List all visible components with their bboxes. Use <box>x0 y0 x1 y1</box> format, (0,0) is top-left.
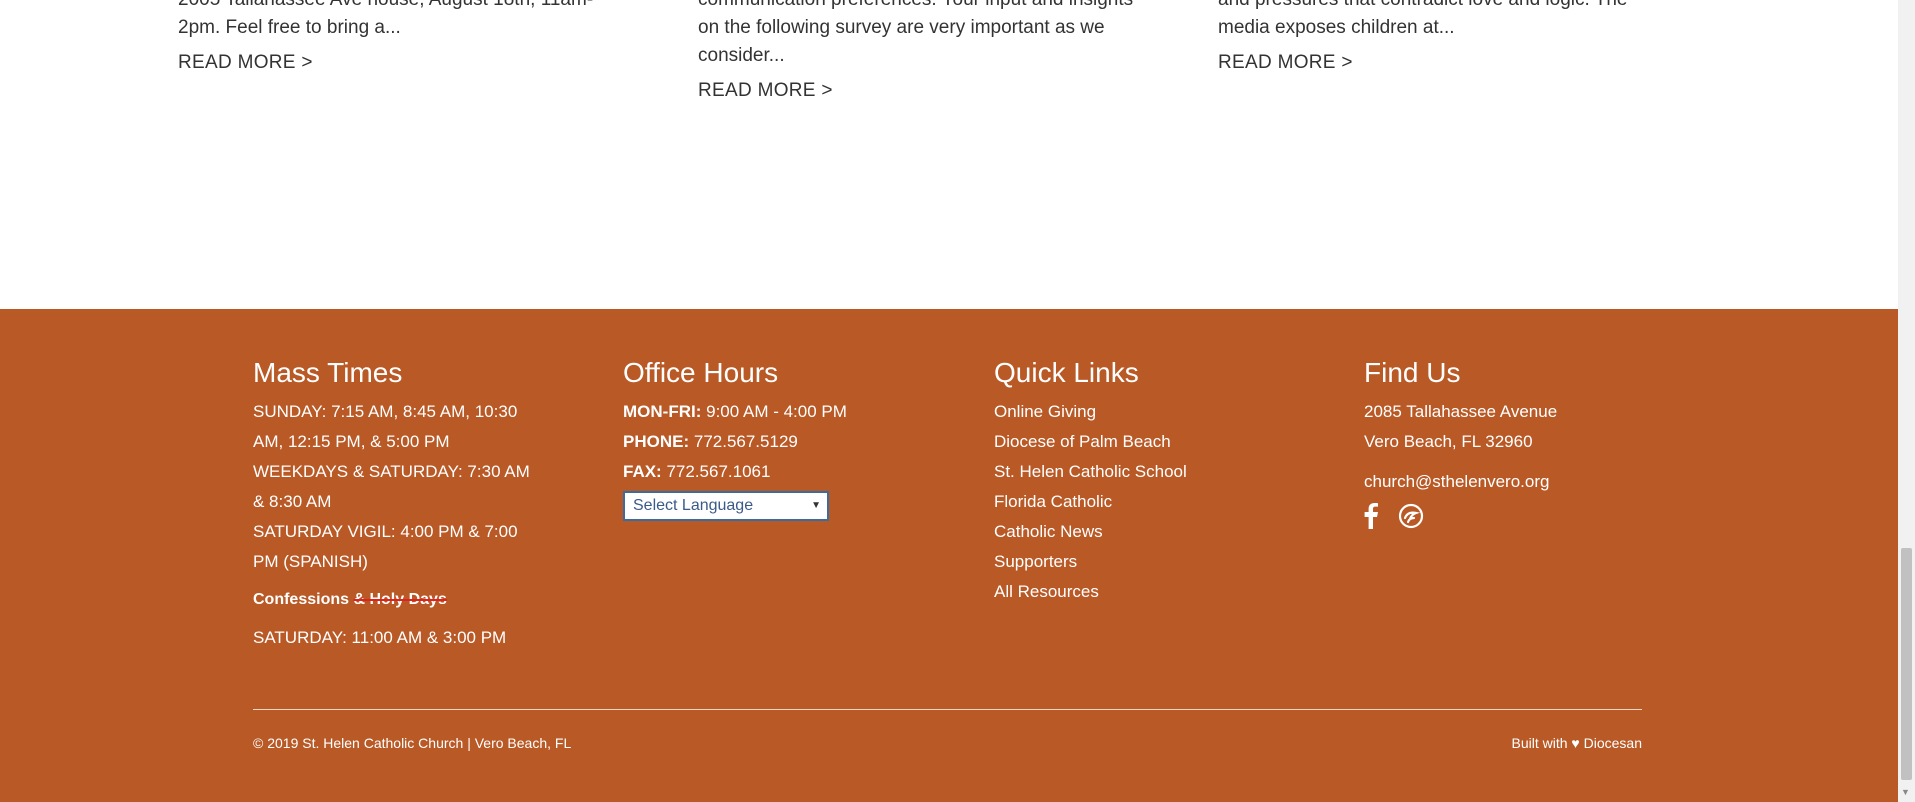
office-hours-heading: Office Hours <box>623 357 779 388</box>
dropdown-arrow-icon: ▼ <box>811 500 821 511</box>
scrollbar-thumb[interactable] <box>1901 548 1912 780</box>
confessions-heading: Confessions & Holy Days <box>253 585 543 615</box>
post-card: and pressures that contradict love and l… <box>1218 0 1658 74</box>
mass-time-weekdays: WEEKDAYS & SATURDAY: 7:30 AM & 8:30 AM <box>253 462 530 511</box>
mass-times-column: Mass Times SUNDAY: 7:15 AM, 8:45 AM, 10:… <box>253 357 543 653</box>
confessions-time: SATURDAY: 11:00 AM & 3:00 PM <box>253 628 507 647</box>
post-excerpt: and pressures that contradict love and l… <box>1218 0 1627 38</box>
find-us-heading: Find Us <box>1364 357 1461 388</box>
quick-links-heading: Quick Links <box>994 357 1139 388</box>
language-select-value: Select Language <box>633 497 754 514</box>
language-select[interactable]: Select Language ▼ <box>623 491 829 521</box>
facebook-icon[interactable] <box>1364 503 1378 534</box>
quick-link-all-resources[interactable]: All Resources <box>994 582 1099 601</box>
post-card: communication preferences. Your input an… <box>698 0 1158 102</box>
office-hours-weekday: MON-FRI: 9:00 AM - 4:00 PM <box>623 397 847 427</box>
holy-days-struck: & Holy Days <box>353 591 447 608</box>
mass-times-heading: Mass Times <box>253 357 403 388</box>
read-more-link[interactable]: READ MORE > <box>1218 52 1353 74</box>
email-link[interactable]: church@sthelenvero.org <box>1364 472 1549 491</box>
mass-time-sunday: SUNDAY: 7:15 AM, 8:45 AM, 10:30 AM, 12:1… <box>253 402 518 451</box>
quick-link-diocese[interactable]: Diocese of Palm Beach <box>994 432 1171 451</box>
fax-label: FAX: <box>623 462 662 481</box>
scroll-down-arrow-icon[interactable]: ▼ <box>1901 786 1910 798</box>
flocknote-icon[interactable] <box>1398 503 1424 534</box>
post-excerpt: communication preferences. Your input an… <box>698 0 1133 66</box>
address-line-1: 2085 Tallahassee Avenue <box>1364 402 1558 421</box>
phone-label: PHONE: <box>623 432 690 451</box>
footer-divider <box>253 709 1642 710</box>
mass-time-vigil: SATURDAY VIGIL: 4:00 PM & 7:00 PM (SPANI… <box>253 522 518 571</box>
quick-link-online-giving[interactable]: Online Giving <box>994 402 1096 421</box>
address-line-2: Vero Beach, FL 32960 <box>1364 432 1533 451</box>
post-excerpt: 2005 Tallahassee Ave house, August 18th,… <box>178 0 593 38</box>
quick-link-supporters[interactable]: Supporters <box>994 552 1077 571</box>
phone-value[interactable]: 772.567.5129 <box>694 432 798 451</box>
fax-value: 772.567.1061 <box>666 462 771 481</box>
quick-links-column: Quick Links Online Giving Diocese of Pal… <box>994 357 1187 607</box>
read-more-link[interactable]: READ MORE > <box>698 80 833 102</box>
quick-link-catholic-news[interactable]: Catholic News <box>994 522 1103 541</box>
vertical-scrollbar[interactable]: ▼ <box>1898 0 1915 802</box>
social-links <box>1364 503 1557 533</box>
read-more-link[interactable]: READ MORE > <box>178 52 313 74</box>
copyright-text: © 2019 St. Helen Catholic Church | Vero … <box>253 735 572 751</box>
office-fax: FAX: 772.567.1061 <box>623 457 847 487</box>
posts-section: 2005 Tallahassee Ave house, August 18th,… <box>0 0 1898 309</box>
post-card: 2005 Tallahassee Ave house, August 18th,… <box>178 0 618 74</box>
built-with-link[interactable]: Built with ♥ Diocesan <box>1512 735 1642 751</box>
office-phone: PHONE: 772.567.5129 <box>623 427 847 457</box>
find-us-column: Find Us 2085 Tallahassee Avenue Vero Bea… <box>1364 357 1557 533</box>
site-footer: Mass Times SUNDAY: 7:15 AM, 8:45 AM, 10:… <box>0 309 1898 802</box>
quick-link-school[interactable]: St. Helen Catholic School <box>994 462 1187 481</box>
monfri-label: MON-FRI: <box>623 402 702 421</box>
quick-link-florida-catholic[interactable]: Florida Catholic <box>994 492 1112 511</box>
office-hours-column: Office Hours MON-FRI: 9:00 AM - 4:00 PM … <box>623 357 847 521</box>
confessions-label: Confessions <box>253 591 350 608</box>
monfri-value: 9:00 AM - 4:00 PM <box>706 402 847 421</box>
